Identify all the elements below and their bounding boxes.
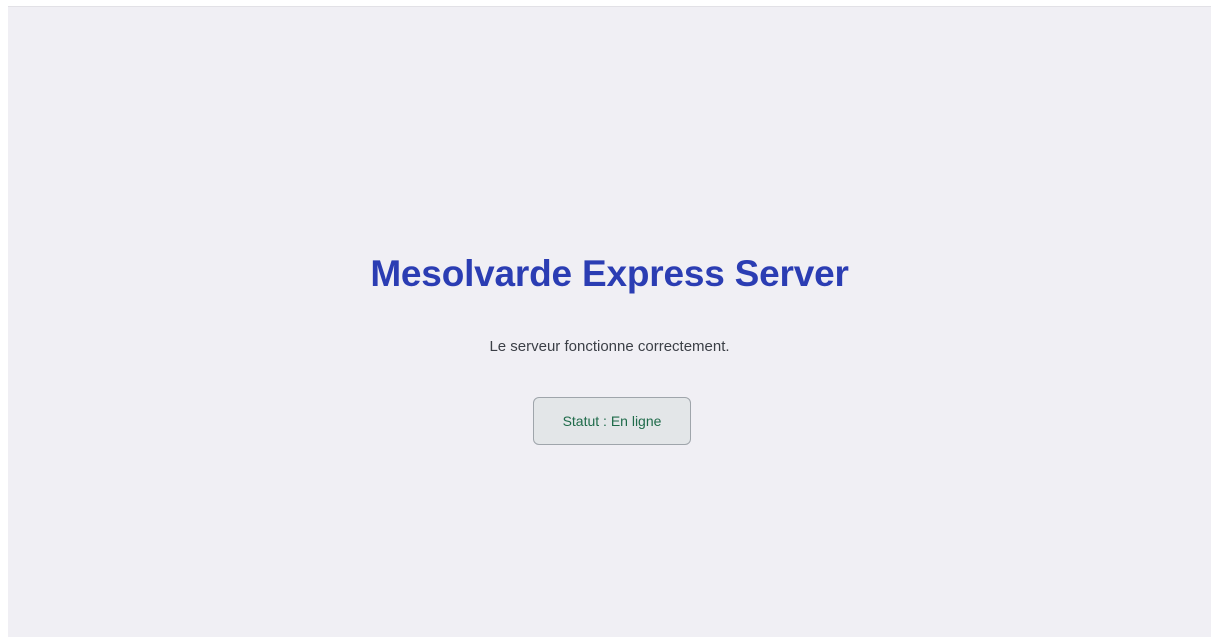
status-badge: Statut : En ligne [533,397,691,445]
page-title: Mesolvarde Express Server [370,253,849,294]
main-content: Mesolvarde Express Server Le serveur fon… [8,7,1211,637]
status-message: Le serveur fonctionne correctement. [489,338,730,355]
page-frame: Mesolvarde Express Server Le serveur fon… [8,6,1211,637]
